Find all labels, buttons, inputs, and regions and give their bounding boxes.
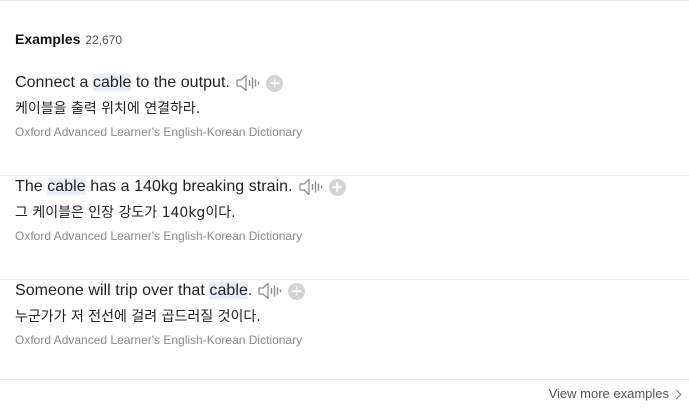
add-to-wordbook-button[interactable] xyxy=(328,178,346,196)
sentence-text-before: Someone will trip over that xyxy=(15,282,210,299)
speaker-icon[interactable] xyxy=(235,73,261,93)
example-sentence-line: Connect a cable to the output. xyxy=(15,72,283,94)
speaker-icon[interactable] xyxy=(298,177,324,197)
example-item: The cable has a 140kg breaking strain. 그… xyxy=(0,176,689,280)
examples-header: Examples 22,670 xyxy=(15,31,122,49)
sentence-text-after: to the output. xyxy=(131,74,230,91)
add-to-wordbook-button[interactable] xyxy=(266,74,283,92)
sentence-text-before: The xyxy=(15,178,48,195)
speaker-icon[interactable] xyxy=(257,281,283,301)
example-item: Connect a cable to the output. 케이블을 출력 위… xyxy=(0,72,689,176)
example-translation: 그 케이블은 인장 강도가 140kg이다. xyxy=(15,205,236,221)
add-to-wordbook-button[interactable] xyxy=(288,282,306,300)
chevron-right-icon xyxy=(671,389,682,399)
top-divider xyxy=(0,0,689,1)
view-more-examples-link[interactable]: View more examples xyxy=(548,386,682,401)
sentence-text-after: has a 140kg breaking strain. xyxy=(85,178,293,195)
view-more-label: View more examples xyxy=(548,386,669,401)
example-source[interactable]: Oxford Advanced Learner's English-Korean… xyxy=(15,229,302,243)
keyword-highlight: cable xyxy=(209,282,248,299)
sentence-text-before: Connect a xyxy=(15,74,93,91)
example-source[interactable]: Oxford Advanced Learner's English-Korean… xyxy=(15,125,302,139)
examples-count: 22,670 xyxy=(85,33,123,47)
example-translation: 누군가가 저 전선에 걸려 곱드러질 것이다. xyxy=(15,309,261,325)
keyword-highlight: cable xyxy=(47,178,86,195)
example-sentence: Someone will trip over that cable. xyxy=(15,282,252,300)
example-sentence: The cable has a 140kg breaking strain. xyxy=(15,178,293,196)
example-sentence-line: The cable has a 140kg breaking strain. xyxy=(15,176,346,198)
examples-panel: Examples 22,670 Connect a cable to the o… xyxy=(0,0,689,409)
sentence-text-after: . xyxy=(247,282,253,299)
example-item: Someone will trip over that cable. 누군가가 … xyxy=(0,280,689,384)
example-sentence: Connect a cable to the output. xyxy=(15,74,230,92)
examples-title: Examples xyxy=(15,31,81,47)
example-source[interactable]: Oxford Advanced Learner's English-Korean… xyxy=(15,333,302,347)
footer-divider xyxy=(0,379,689,380)
example-sentence-line: Someone will trip over that cable. xyxy=(15,280,306,302)
keyword-highlight: cable xyxy=(92,74,132,91)
example-translation: 케이블을 출력 위치에 연결하라. xyxy=(15,101,201,117)
